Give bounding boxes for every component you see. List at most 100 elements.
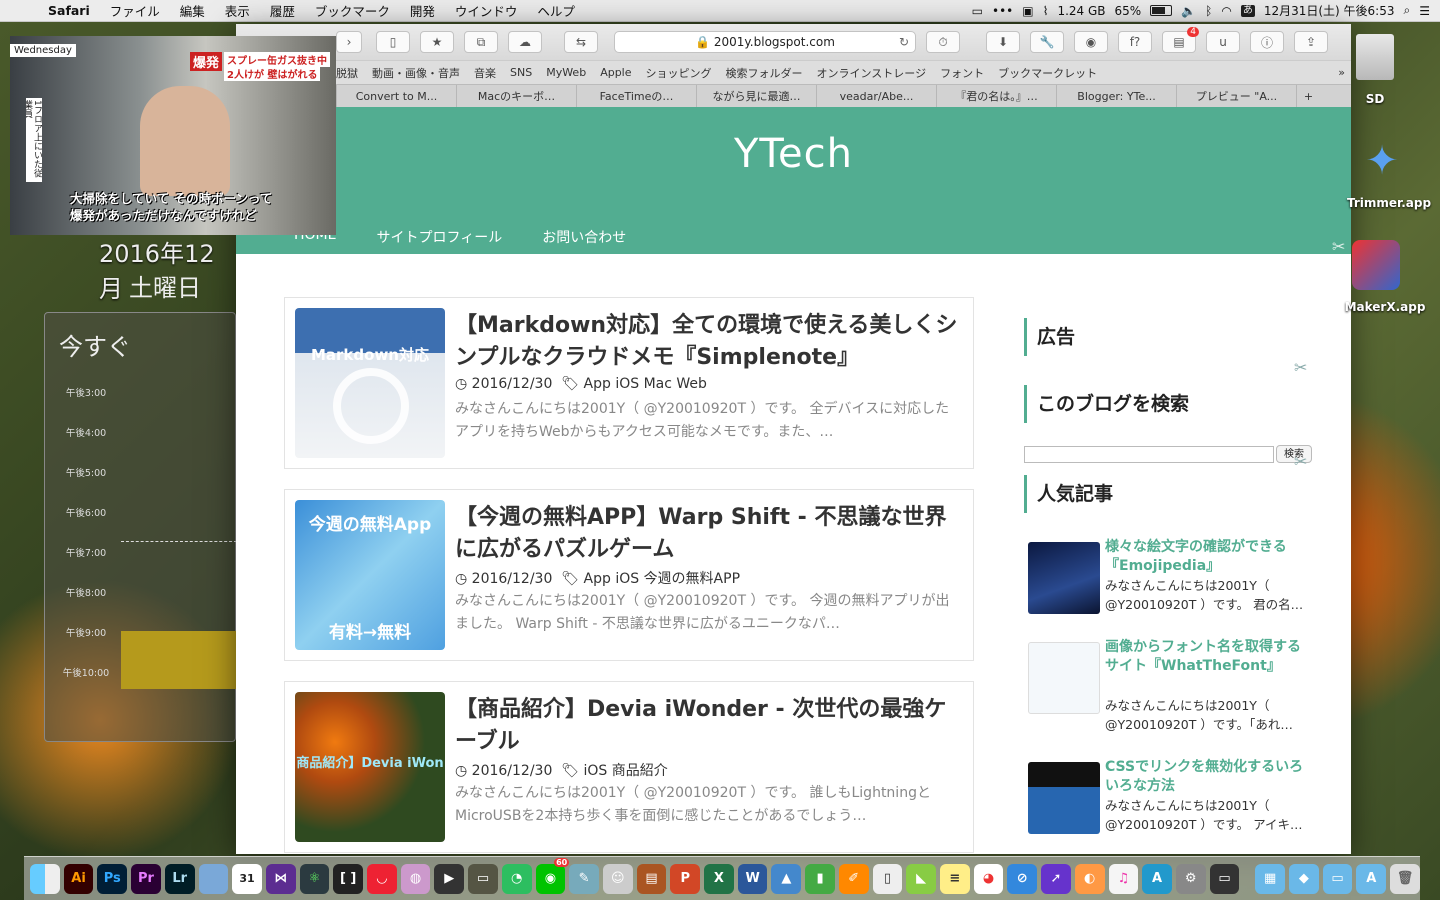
popular-post[interactable]: 様々な絵文字の確認ができる『Emojipedia』 みなさんこんにちは2001Y…: [1028, 539, 1318, 622]
download-button[interactable]: ⬇: [986, 31, 1020, 53]
spotlight-icon[interactable]: ⌕: [1404, 3, 1411, 18]
popular-post[interactable]: 画像からフォント名を取得するサイト『WhatTheFont』 みなさんこんにちは…: [1028, 639, 1318, 732]
capture-extension-button[interactable]: ◉: [1074, 31, 1108, 53]
tab[interactable]: プレビュー "A...: [1176, 85, 1296, 107]
menu-develop[interactable]: 開発: [400, 1, 445, 20]
bookmark-folder[interactable]: 検索フォルダー: [726, 65, 803, 81]
visual-studio-icon[interactable]: ⋈: [265, 863, 296, 894]
post-title[interactable]: 【商品紹介】Devia iWonder - 次世代の最強ケーブル: [455, 694, 965, 758]
documents-folder-icon[interactable]: ▭: [1322, 863, 1353, 894]
network-icon[interactable]: ⌇: [1043, 4, 1049, 18]
tv-app-icon[interactable]: ▭: [1209, 863, 1240, 894]
battery-percent[interactable]: 65%: [1115, 4, 1142, 18]
nav-contact[interactable]: お問い合わせ: [542, 227, 626, 247]
sidebar-button[interactable]: ▯: [376, 31, 410, 53]
bookmark-folder[interactable]: 動画・画像・音声: [372, 65, 460, 81]
desktop-label-trimmer[interactable]: Trimmer.app: [1344, 196, 1434, 210]
pip-video[interactable]: Wednesday 爆発 スプレー缶ガス抜き中 2人けが 壁はがれる 1フロア上…: [10, 36, 336, 235]
volume-icon[interactable]: 🔈: [1181, 4, 1196, 18]
notification-center-icon[interactable]: ☰: [1419, 4, 1430, 18]
blog-search-input[interactable]: [1024, 446, 1274, 463]
image-app-icon[interactable]: ✎: [569, 863, 599, 894]
textedit-icon[interactable]: ▯: [872, 863, 903, 894]
preview-icon[interactable]: [198, 863, 229, 894]
font-extension-button[interactable]: f?: [1118, 31, 1152, 53]
illustrator-icon[interactable]: Ai: [63, 863, 94, 894]
tool-extension-button[interactable]: 🔧: [1030, 31, 1064, 53]
extension-with-badge-button[interactable]: ▤ 4: [1162, 27, 1199, 53]
wrench-icon[interactable]: ✂: [1294, 452, 1307, 471]
post-thumbnail[interactable]: 今週の無料App 有料→無料: [295, 500, 445, 650]
system-preferences-icon[interactable]: ⚙: [1175, 863, 1206, 894]
brackets-icon[interactable]: [ ]: [333, 863, 364, 894]
keynote-icon[interactable]: ▲: [771, 863, 802, 894]
menu-app-name[interactable]: Safari: [38, 3, 100, 18]
wrench-icon[interactable]: ✂: [1332, 237, 1345, 256]
post-tags[interactable]: App iOS 今週の無料APP: [584, 571, 741, 587]
bookmark-folder[interactable]: ショッピング: [646, 65, 712, 81]
tab[interactable]: FaceTimeの…: [576, 85, 696, 107]
bookmark-folder[interactable]: 音楽: [474, 65, 496, 81]
makerx-app-icon[interactable]: [1352, 240, 1400, 290]
wifi-icon[interactable]: ◠: [1221, 4, 1231, 18]
address-bar[interactable]: 🔒 2001y.blogspot.com ↻: [614, 31, 916, 53]
popular-post-thumbnail[interactable]: [1028, 542, 1100, 614]
navigator-icon[interactable]: ➚: [1041, 863, 1071, 894]
calendar-icon[interactable]: 31: [232, 863, 262, 894]
tabs-overview-button[interactable]: ⧉: [464, 31, 498, 53]
finder-icon[interactable]: [30, 863, 60, 894]
popular-post[interactable]: CSSでリンクを無効化するいろいろな方法 みなさんこんにちは2001Y（ @Y2…: [1028, 759, 1318, 842]
history-extension-button[interactable]: ⏱: [926, 31, 960, 53]
bookmark-folder[interactable]: フォント: [940, 65, 984, 81]
word-icon[interactable]: W: [737, 863, 768, 894]
lightroom-icon[interactable]: Lr: [164, 863, 195, 894]
bookmark-folder[interactable]: Apple: [600, 66, 631, 79]
menu-help[interactable]: ヘルプ: [527, 1, 585, 20]
menu-history[interactable]: 履歴: [260, 1, 305, 20]
atom-icon[interactable]: ⚛: [299, 863, 330, 894]
book-app-icon[interactable]: ▤: [636, 863, 667, 894]
bookmark-folder[interactable]: MyWeb: [546, 66, 586, 79]
site-title[interactable]: YTech: [236, 131, 1351, 177]
display-icon[interactable]: ▣: [1022, 4, 1033, 18]
post-title[interactable]: 【Markdown対応】全ての環境で使える美しくシンプルなクラウドメモ『Simp…: [455, 310, 965, 374]
post-card[interactable]: Markdown対応 【Markdown対応】全ての環境で使える美しくシンプルな…: [284, 297, 974, 469]
menu-window[interactable]: ウインドウ: [445, 1, 528, 20]
desktop-label-sd[interactable]: SD: [1330, 92, 1420, 106]
input-method-icon[interactable]: あ: [1240, 4, 1255, 17]
post-tags[interactable]: App iOS Mac Web: [584, 376, 707, 392]
u-extension-button[interactable]: u: [1206, 31, 1240, 53]
bluetooth-icon[interactable]: ᛒ: [1205, 4, 1212, 18]
lips-app-icon[interactable]: ◡: [367, 863, 397, 894]
chrome-icon[interactable]: ◕: [973, 863, 1004, 894]
final-cut-icon[interactable]: ▶: [434, 863, 465, 894]
applications-folder-icon[interactable]: ▦: [1255, 863, 1286, 894]
bookmark-folder[interactable]: SNS: [510, 66, 532, 79]
popular-post-thumbnail[interactable]: [1028, 642, 1100, 714]
menu-file[interactable]: ファイル: [100, 1, 170, 20]
reader-button[interactable]: ⇆: [564, 31, 598, 53]
post-title[interactable]: 【今週の無料APP】Warp Shift - 不思議な世界に広がるパズルゲーム: [455, 502, 965, 566]
calendar-event[interactable]: [121, 631, 237, 689]
menu-bookmarks[interactable]: ブックマーク: [305, 1, 400, 20]
bookmark-folder[interactable]: オンラインストレージ: [817, 65, 927, 81]
trimmer-app-icon[interactable]: ✦: [1360, 138, 1404, 188]
menu-view[interactable]: 表示: [215, 1, 260, 20]
notes-icon[interactable]: ≡: [939, 863, 970, 894]
dropbox-folder-icon[interactable]: ◆: [1289, 863, 1319, 894]
post-thumbnail[interactable]: 商品紹介】Devia iWon: [295, 692, 445, 842]
premiere-icon[interactable]: Pr: [131, 863, 161, 894]
app-store-icon[interactable]: A: [1142, 863, 1172, 894]
post-card[interactable]: 今週の無料App 有料→無料 【今週の無料APP】Warp Shift - 不思…: [284, 489, 974, 661]
tab[interactable]: Blogger: YTe...: [1056, 85, 1176, 107]
reload-icon[interactable]: ↻: [899, 35, 909, 49]
popular-post-title[interactable]: CSSでリンクを無効化するいろいろな方法: [1105, 758, 1310, 796]
bookmark-folder[interactable]: ブックマークレット: [998, 65, 1097, 81]
safari-icon[interactable]: ⊘: [1007, 863, 1038, 894]
itunes-icon[interactable]: ♫: [1108, 863, 1139, 894]
new-tab-button[interactable]: +: [1296, 85, 1320, 107]
bookmark-button[interactable]: ★: [420, 31, 454, 53]
clock[interactable]: 12月31日(土) 午後6:53: [1264, 2, 1395, 19]
sd-card-icon[interactable]: [1356, 34, 1394, 80]
more-icon[interactable]: •••: [992, 4, 1013, 18]
